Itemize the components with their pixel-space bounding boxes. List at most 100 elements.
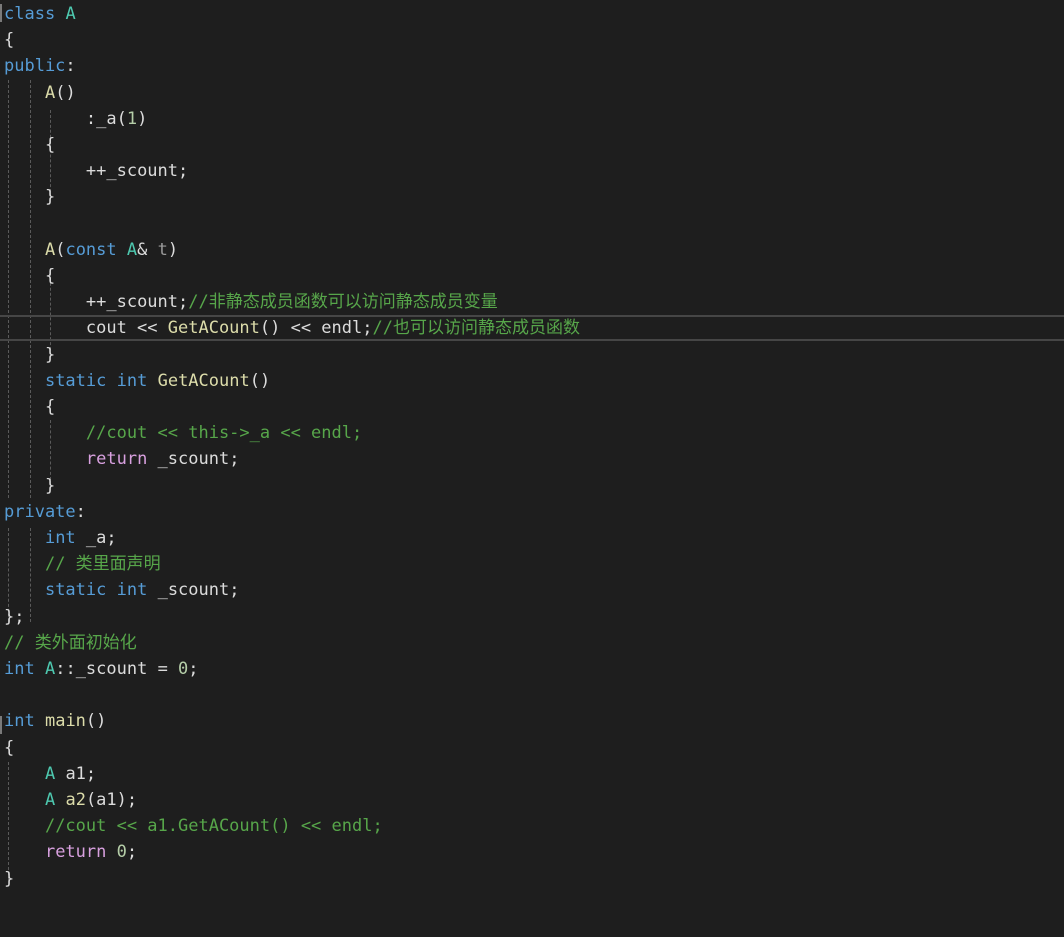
code-token: () [55,82,76,103]
code-line[interactable]: private: [4,499,1064,525]
code-line[interactable]: { [4,27,1064,53]
code-line-content: } [4,869,14,889]
code-line-content: // 类里面声明 [4,554,161,574]
code-token: int [4,711,35,732]
code-line-content: int _a; [4,528,117,548]
code-line[interactable]: A() [4,80,1064,106]
code-line[interactable]: int A::_scount = 0; [4,656,1064,682]
code-token: _scount [106,292,179,313]
code-line-content: private: [4,502,86,522]
code-line[interactable]: :_a(1) [4,106,1064,132]
fold-marker [0,716,2,734]
code-token: _scount; [147,580,240,601]
code-line-content: int A::_scount = 0; [4,659,199,679]
code-line[interactable]: // 类里面声明 [4,551,1064,577]
code-token: _scount; [147,449,240,470]
code-line[interactable]: { [4,394,1064,420]
code-line[interactable]: ++_scount;//非静态成员函数可以访问静态成员变量 [4,289,1064,315]
code-line-content: { [4,266,55,286]
code-line[interactable]: //cout << this->_a << endl; [4,420,1064,446]
code-line[interactable]: public: [4,53,1064,79]
code-token: public [4,56,66,77]
code-token: a2 [65,790,86,810]
code-token: main [44,711,86,732]
code-line[interactable]: cout << GetACount() << endl;//也可以访问静态成员函… [0,315,1064,342]
code-line[interactable]: return _scount; [4,446,1064,472]
code-line[interactable]: A a1; [4,761,1064,787]
code-token: static [44,580,107,601]
code-line[interactable]: } [4,184,1064,210]
code-line[interactable]: } [4,342,1064,368]
code-token: () [249,370,271,391]
code-line[interactable]: A(const A& t) [4,237,1064,263]
code-editor[interactable]: class A{public: A() :_a(1) { ++_scount; … [0,0,1064,937]
code-line-content: { [4,30,14,50]
code-line[interactable]: A a2(a1); [4,787,1064,813]
code-token: // 类外面初始化 [4,632,137,653]
code-token: : [4,108,97,129]
code-line-content: A a1; [4,764,96,784]
code-token: 0 [116,842,127,863]
code-line[interactable]: { [4,735,1064,761]
code-line[interactable] [4,211,1064,237]
code-line-content: } [4,345,55,365]
code-line[interactable]: class A [4,1,1064,27]
fold-marker [0,4,2,22]
code-line[interactable]: ++_scount; [4,158,1064,184]
code-line[interactable]: }; [4,604,1064,630]
code-line-content: ++_scount;//非静态成员函数可以访问静态成员变量 [4,292,498,312]
code-line[interactable]: //cout << a1.GetACount() << endl; [4,813,1064,839]
code-token: : [75,501,86,522]
code-token: A [44,763,56,784]
code-token: { [4,737,15,758]
code-token: } [4,475,56,496]
code-line[interactable]: static int _scount; [4,577,1064,603]
code-token: 0 [178,659,189,679]
code-line-content: cout << GetACount() << endl;//也可以访问静态成员函… [4,318,580,338]
code-line-content: //cout << this->_a << endl; [4,423,362,443]
code-line[interactable]: } [4,866,1064,892]
code-token: ; [126,842,138,863]
code-token: A [65,4,76,24]
code-line[interactable]: return 0; [4,839,1064,865]
code-line[interactable] [4,682,1064,708]
code-token: //cout << this->_a << endl; [85,423,363,444]
code-line[interactable]: { [4,263,1064,289]
code-line[interactable]: } [4,473,1064,499]
code-line[interactable]: int _a; [4,525,1064,551]
code-line-content: :_a(1) [4,109,147,129]
code-token: & [137,239,158,260]
code-token: _a; [75,528,117,548]
code-token: a1; [55,763,97,784]
code-token: ) [167,239,179,260]
code-line-content: A(const A& t) [4,240,178,260]
code-token: } [4,187,56,208]
code-line-content: // 类外面初始化 [4,633,137,653]
code-token: ::_scount = [55,659,179,679]
code-line[interactable]: { [4,132,1064,158]
code-line[interactable]: static int GetACount() [4,368,1064,394]
code-token: return [44,842,107,863]
code-token: } [4,344,56,365]
code-token: ++ [4,292,107,313]
code-line-content: { [4,738,14,758]
code-line[interactable]: // 类外面初始化 [4,630,1064,656]
code-token: //也可以访问静态成员函数 [372,318,580,339]
code-line[interactable]: int main() [4,708,1064,734]
code-token: t [157,239,168,260]
code-line-content: } [4,476,55,496]
code-token: ; [178,292,189,313]
